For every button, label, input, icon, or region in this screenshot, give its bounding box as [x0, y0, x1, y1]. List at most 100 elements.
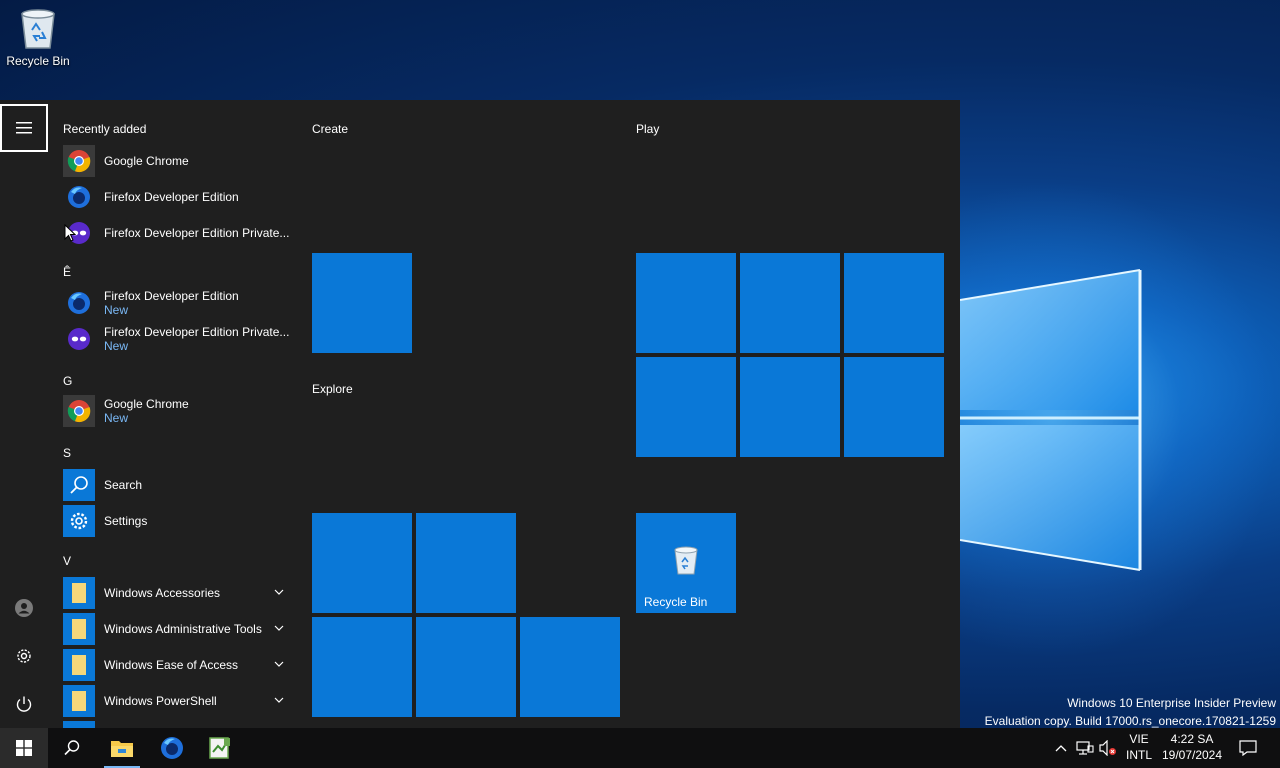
file-explorer-icon	[111, 741, 133, 757]
folder-windows-ease-of-access[interactable]: Windows Ease of Access	[63, 648, 293, 682]
chevron-down-icon	[274, 625, 284, 631]
new-badge: New	[104, 303, 129, 317]
volume-tray-button[interactable]	[1097, 728, 1119, 768]
settings-gear-icon	[63, 505, 95, 537]
mouse-cursor-icon	[64, 224, 76, 242]
app-name: Google Chrome	[104, 154, 189, 168]
windows-logo-icon	[16, 740, 32, 756]
folder-icon	[63, 613, 95, 645]
firefox-developer-icon	[63, 287, 95, 319]
folder-partial[interactable]	[63, 720, 293, 728]
desktop-recycle-bin-label: Recycle Bin	[6, 54, 70, 68]
app-name: Firefox Developer Edition Private...	[104, 325, 290, 339]
search-icon	[63, 469, 95, 501]
evaluation-watermark: Windows 10 Enterprise Insider Preview Ev…	[985, 694, 1276, 730]
recently-added-header: Recently added	[63, 122, 147, 136]
start-menu-rail	[0, 100, 48, 728]
action-center-button[interactable]	[1230, 728, 1266, 768]
tile-play-5[interactable]	[740, 357, 840, 457]
start-menu: Recently added Google Chrome Firefox Dev…	[0, 100, 960, 728]
taskbar-editor-app[interactable]	[196, 728, 244, 768]
watermark-line-1: Windows 10 Enterprise Insider Preview	[1067, 696, 1276, 710]
volume-muted-icon	[1099, 740, 1116, 756]
tile-create-1[interactable]	[312, 253, 412, 353]
firefox-developer-icon	[161, 737, 183, 759]
section-letter-s[interactable]: S	[63, 446, 71, 460]
windows-wallpaper-logo	[960, 269, 1142, 571]
app-name: Firefox Developer Edition	[104, 289, 239, 303]
power-button[interactable]	[0, 680, 48, 728]
chevron-down-icon	[274, 661, 284, 667]
chevron-up-icon	[1055, 745, 1067, 752]
folder-icon	[63, 685, 95, 717]
taskbar: VIE INTL 4:22 SA 19/07/2024	[0, 728, 1280, 768]
app-name: Windows Ease of Access	[104, 658, 239, 672]
tile-explore-3[interactable]	[312, 617, 412, 717]
start-button[interactable]	[0, 728, 48, 768]
folder-windows-accessories[interactable]: Windows Accessories	[63, 576, 293, 610]
recycle-bin-icon	[21, 9, 55, 49]
section-letter-v[interactable]: V	[63, 554, 71, 568]
group-title-explore[interactable]: Explore	[312, 382, 353, 396]
app-name: Google Chrome	[104, 397, 189, 411]
hamburger-icon	[16, 122, 32, 134]
app-item-search[interactable]: Search	[63, 468, 293, 502]
app-item-firefox-dev-private[interactable]: Firefox Developer Edition Private... New	[63, 320, 293, 358]
app-name: Windows PowerShell	[104, 694, 217, 708]
clock-time: 4:22 SA	[1170, 732, 1214, 746]
app-item-google-chrome-recent[interactable]: Google Chrome	[63, 144, 293, 178]
app-name: Firefox Developer Edition Private...	[104, 226, 290, 240]
app-name: Windows Accessories	[104, 586, 221, 600]
app-item-settings[interactable]: Settings	[63, 504, 293, 538]
notification-icon	[1239, 740, 1257, 756]
taskbar-file-explorer[interactable]	[98, 728, 146, 768]
tile-play-1[interactable]	[636, 253, 736, 353]
chrome-icon	[63, 145, 95, 177]
new-badge: New	[104, 339, 129, 353]
gear-icon	[17, 649, 31, 663]
tile-explore-5[interactable]	[520, 617, 620, 717]
keyboard-layout: INTL	[1125, 748, 1152, 762]
network-tray-button[interactable]	[1074, 728, 1096, 768]
section-letter-g[interactable]: G	[63, 374, 72, 388]
folder-icon	[63, 577, 95, 609]
tile-play-6[interactable]	[844, 357, 944, 457]
taskbar-firefox-developer[interactable]	[148, 728, 196, 768]
app-item-firefox-dev-private-recent[interactable]: Firefox Developer Edition Private...	[63, 216, 293, 250]
clock-date: 19/07/2024	[1161, 748, 1223, 762]
tile-explore-4[interactable]	[416, 617, 516, 717]
group-title-play[interactable]: Play	[636, 122, 659, 136]
group-title-create[interactable]: Create	[312, 122, 348, 136]
tile-play-2[interactable]	[740, 253, 840, 353]
expand-menu-button[interactable]	[0, 104, 48, 152]
app-item-firefox-dev-recent[interactable]: Firefox Developer Edition	[63, 180, 293, 214]
tile-play-4[interactable]	[636, 357, 736, 457]
app-item-firefox-dev[interactable]: Firefox Developer Edition New	[63, 284, 293, 322]
tile-recycle-bin[interactable]: Recycle Bin	[636, 513, 736, 613]
firefox-private-icon	[63, 323, 95, 355]
taskbar-search-button[interactable]	[48, 728, 96, 768]
user-avatar-icon	[15, 599, 33, 617]
settings-rail-button[interactable]	[0, 632, 48, 680]
clock-button[interactable]: 4:22 SA 19/07/2024	[1160, 731, 1224, 763]
folder-windows-powershell[interactable]: Windows PowerShell	[63, 684, 293, 718]
tile-explore-1[interactable]	[312, 513, 412, 613]
desktop-recycle-bin[interactable]: Recycle Bin	[2, 6, 74, 76]
app-list: Recently added Google Chrome Firefox Dev…	[56, 100, 300, 728]
input-language-button[interactable]: VIE INTL	[1122, 731, 1156, 763]
user-account-button[interactable]	[0, 584, 48, 632]
tile-play-3[interactable]	[844, 253, 944, 353]
app-name: Search	[104, 478, 143, 492]
chevron-down-icon	[274, 589, 284, 595]
show-hidden-icons-button[interactable]	[1050, 728, 1072, 768]
editor-app-icon	[209, 737, 230, 759]
section-letter-e[interactable]: Ê	[63, 265, 71, 279]
app-item-google-chrome[interactable]: Google Chrome New	[63, 392, 293, 430]
folder-windows-administrative-tools[interactable]: Windows Administrative Tools	[63, 612, 293, 646]
tile-recycle-bin-label: Recycle Bin	[644, 595, 708, 609]
app-name: Settings	[104, 514, 148, 528]
new-badge: New	[104, 411, 129, 425]
tile-explore-2[interactable]	[416, 513, 516, 613]
firefox-developer-icon	[63, 181, 95, 213]
app-name: Windows Administrative Tools	[104, 622, 262, 636]
